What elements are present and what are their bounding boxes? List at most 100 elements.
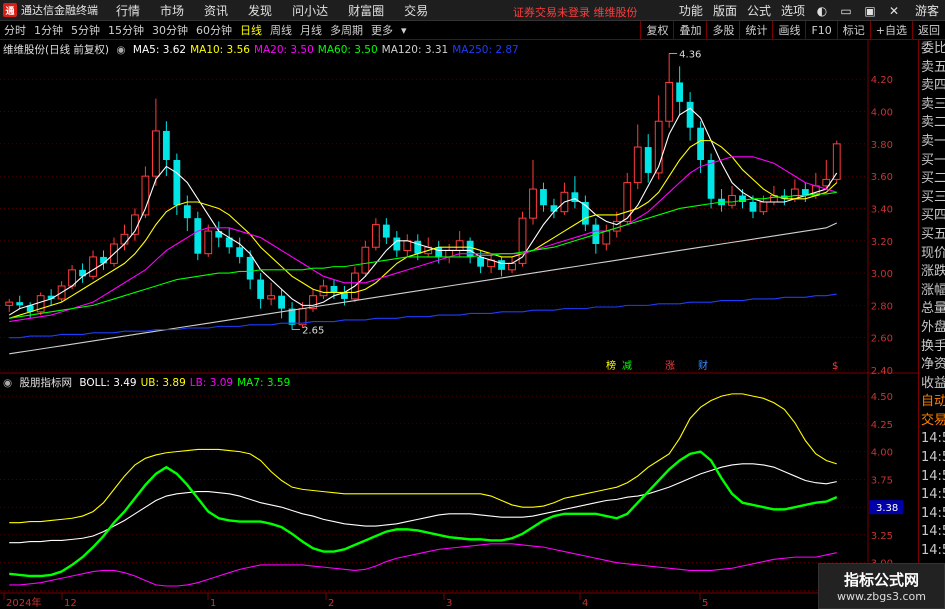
sidebar-item[interactable]: 14:56 (919, 449, 945, 468)
draw-button[interactable]: 画线 (772, 21, 805, 40)
candle-body (403, 240, 412, 251)
sidebar-item[interactable]: 买二 (919, 170, 945, 189)
candle-body (257, 279, 265, 299)
candle-body (162, 130, 170, 160)
menu-wealth[interactable]: 财富圈 (348, 2, 384, 19)
menu-function[interactable]: 功能 (679, 2, 703, 19)
event-mark: 涨 (665, 360, 675, 372)
period-5min[interactable]: 5分钟 (71, 22, 100, 38)
period-more[interactable]: 更多 (371, 22, 393, 38)
sidebar-item[interactable]: 卖二 (919, 114, 945, 133)
candle-body (707, 160, 715, 199)
candle-body (100, 256, 107, 264)
sidebar-item[interactable]: 自动 (919, 393, 945, 412)
main-y-tick: 4.00 (871, 108, 893, 119)
guest-label[interactable]: 游客 (915, 2, 939, 19)
minimize-icon[interactable]: ▭ (839, 4, 853, 18)
candle-body (728, 195, 736, 206)
period-1min[interactable]: 1分钟 (34, 22, 63, 38)
restore-icon[interactable]: ▣ (863, 4, 877, 18)
sidebar-item[interactable]: 14:56 (919, 523, 945, 542)
period-30min[interactable]: 30分钟 (152, 22, 188, 38)
toolbar-buttons: 复权 叠加 多股 统计 画线 F10 标记 +自选 返回 (640, 21, 945, 40)
period-month[interactable]: 月线 (300, 22, 322, 38)
sidebar-item[interactable]: 买三 (919, 189, 945, 208)
sidebar-item[interactable]: 卖五 (919, 59, 945, 78)
back-button[interactable]: 返回 (912, 21, 945, 40)
candle-body (508, 262, 516, 271)
candle-body (173, 160, 181, 206)
sidebar-item[interactable]: 14:56 (919, 430, 945, 449)
sidebar-item[interactable]: 现价 (919, 245, 945, 264)
chart-area[interactable]: 4.36 2.65 榜减 涨 财 $ 4.20 4.00 3.80 3.60 3.40 3.20 3.… (0, 40, 918, 609)
sidebar-item[interactable]: 委比 (919, 40, 945, 59)
main-y-tick: 2.60 (871, 334, 893, 345)
close-icon[interactable]: ✕ (887, 4, 901, 18)
sidebar-item[interactable]: 总量 (919, 300, 945, 319)
sidebar-item[interactable]: 卖一 (919, 133, 945, 152)
settings-icon[interactable]: ◉ (116, 44, 125, 56)
f10-button[interactable]: F10 (805, 21, 836, 40)
sidebar-item[interactable]: 买一 (919, 152, 945, 171)
main-y-tick: 3.60 (871, 172, 893, 183)
settings-icon-2[interactable]: ◉ (3, 377, 12, 389)
sidebar-item[interactable]: 交易 (919, 412, 945, 431)
indicator-name: 股朋指标网 (19, 377, 73, 389)
candle-body (498, 260, 505, 270)
menu-trade[interactable]: 交易 (404, 2, 428, 19)
sidebar-item[interactable]: 涨跌 (919, 263, 945, 282)
candle-body (319, 285, 328, 297)
sidebar-item[interactable]: 净资 (919, 356, 945, 375)
period-day[interactable]: 日线 (240, 22, 262, 38)
menu-market[interactable]: 市场 (160, 2, 184, 19)
ma-line-ma5 (8, 107, 838, 316)
adjust-button[interactable]: 复权 (640, 21, 673, 40)
ma-legend-item-4: MA120: 3.31 (381, 44, 449, 56)
sidebar-item[interactable]: 卖四 (919, 77, 945, 96)
multi-stock-button[interactable]: 多股 (706, 21, 739, 40)
indicator-legend-item-1: UB: 3.89 (140, 377, 186, 389)
add-watchlist-button[interactable]: +自选 (869, 21, 912, 40)
menu-layout[interactable]: 版面 (713, 2, 737, 19)
menu-discover[interactable]: 发现 (248, 2, 272, 19)
period-week[interactable]: 周线 (270, 22, 292, 38)
app-title: 通达信金融终端 (21, 4, 98, 17)
menu-news[interactable]: 资讯 (204, 2, 228, 19)
sidebar-item[interactable]: 外盘 (919, 319, 945, 338)
current-value-label: 3.38 (876, 503, 898, 514)
period-tick[interactable]: 分时 (4, 22, 26, 38)
sidebar-item[interactable]: 14:56 (919, 505, 945, 524)
sidebar-item[interactable]: 涨幅 (919, 282, 945, 301)
x-tick-label: 2024年 (6, 596, 41, 609)
sidebar-item[interactable]: 14:56 (919, 468, 945, 487)
candle-body (466, 240, 474, 257)
sidebar-item[interactable]: 14:56 (919, 486, 945, 505)
overlay-button[interactable]: 叠加 (673, 21, 706, 40)
candle-body (120, 233, 129, 245)
period-15min[interactable]: 15分钟 (108, 22, 144, 38)
sidebar-item[interactable]: 换手 (919, 338, 945, 357)
more-chevron-icon[interactable]: ▾ (401, 24, 407, 37)
menu-options[interactable]: 选项 (781, 2, 805, 19)
candle-body (759, 201, 768, 213)
sidebar-item[interactable]: 14:56 (919, 542, 945, 561)
sidebar-item[interactable]: 收益 (919, 375, 945, 394)
main-y-tick: 4.20 (871, 75, 893, 86)
stats-button[interactable]: 统计 (739, 21, 772, 40)
sidebar-item[interactable]: 卖三 (919, 96, 945, 115)
period-multi[interactable]: 多周期 (330, 22, 363, 38)
mark-button[interactable]: 标记 (836, 21, 870, 40)
sidebar-item[interactable]: 买五 (919, 226, 945, 245)
indicator-y-tick: 4.50 (871, 392, 893, 403)
ma-legend-item-5: MA250: 2.87 (452, 44, 519, 56)
event-mark: 财 (698, 359, 708, 372)
period-60min[interactable]: 60分钟 (196, 22, 232, 38)
skin-icon[interactable]: ◐ (815, 4, 829, 18)
ma-legend-item-2: MA20: 3.50 (253, 44, 314, 56)
menu-ask[interactable]: 问小达 (292, 2, 328, 19)
period-toolbar: 分时 1分钟 5分钟 15分钟 30分钟 60分钟 日线 周线 月线 多周期 更… (0, 21, 945, 40)
menu-formula[interactable]: 公式 (747, 2, 771, 19)
x-tick-label: 1 (210, 598, 216, 609)
menu-quotes[interactable]: 行情 (116, 2, 140, 19)
sidebar-item[interactable]: 买四 (919, 207, 945, 226)
